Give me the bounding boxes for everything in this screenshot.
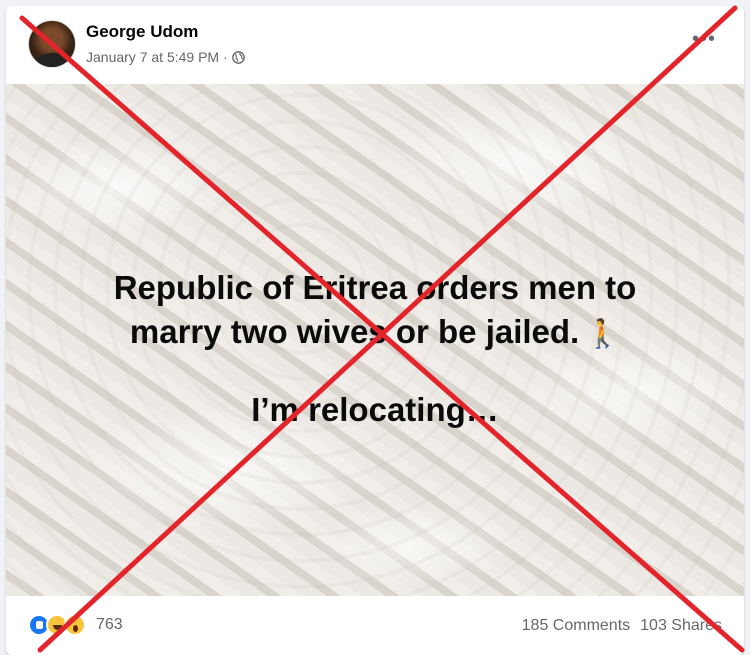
post-timestamp[interactable]: January 7 at 5:49 PM: [86, 49, 219, 65]
image-text-line1: Republic of Eritrea orders men to: [113, 269, 637, 306]
comments-count-link[interactable]: 185 Comments: [522, 617, 631, 635]
post-header: George Udom January 7 at 5:49 PM · •••: [6, 6, 744, 84]
engagement-stats: 185 Comments 103 Shares: [522, 617, 722, 635]
image-text-line2: marry two wives or be jailed. 🚶: [6, 310, 744, 356]
image-text-line3: I’m relocating…: [251, 391, 499, 428]
author-name[interactable]: George Udom: [86, 22, 198, 42]
meta-separator: ·: [223, 49, 228, 65]
post-meta: January 7 at 5:49 PM ·: [86, 49, 245, 65]
wow-icon: [64, 614, 86, 636]
post-image[interactable]: Republic of Eritrea orders men to marry …: [6, 84, 744, 596]
image-text-line2-text: marry two wives or be jailed.: [129, 313, 580, 350]
more-options-icon[interactable]: •••: [692, 29, 716, 49]
person-walking-icon: 🚶: [585, 318, 621, 350]
reaction-count: 763: [96, 616, 123, 633]
globe-icon[interactable]: [231, 50, 245, 64]
post-card: George Udom January 7 at 5:49 PM · ••• R…: [6, 6, 744, 655]
reactions-summary[interactable]: 763: [28, 614, 123, 636]
post-footer: 763 185 Comments 103 Shares: [6, 596, 744, 655]
author-avatar[interactable]: [28, 20, 76, 68]
shares-count-link[interactable]: 103 Shares: [640, 617, 722, 635]
